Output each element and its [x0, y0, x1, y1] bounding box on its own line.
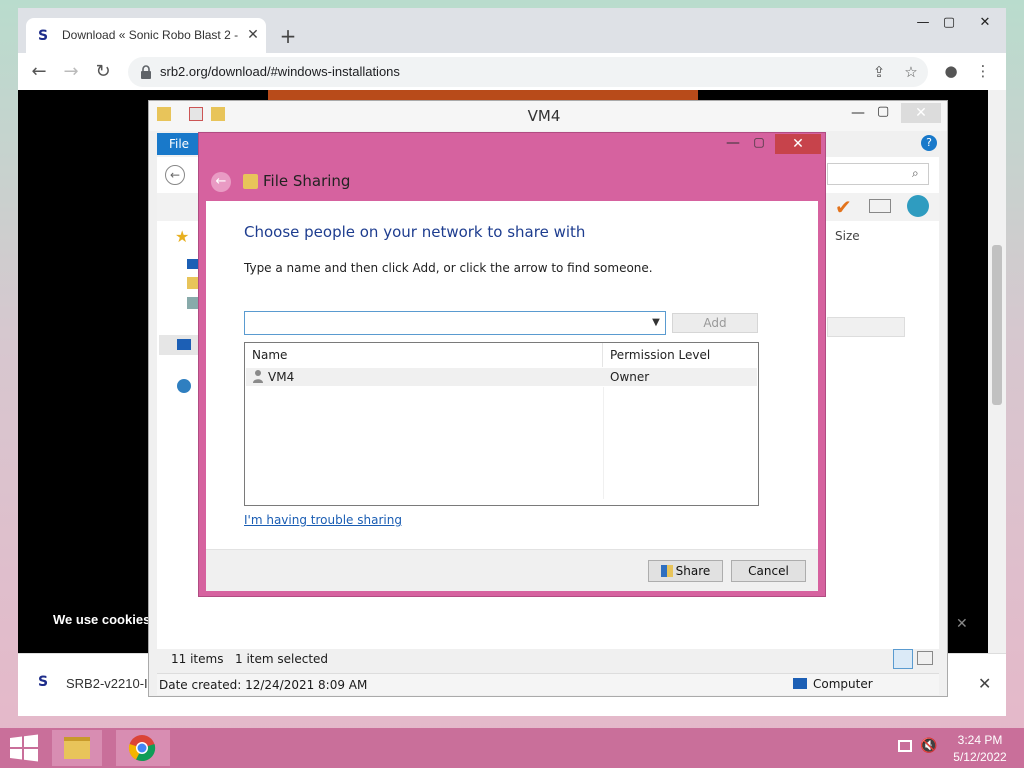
- tab-title: Download « Sonic Robo Blast 2 -: [62, 28, 239, 42]
- folder-icon: [157, 107, 171, 121]
- globe-icon[interactable]: [907, 195, 929, 217]
- page-scrollbar[interactable]: [988, 90, 1006, 653]
- explorer-title-bar: VM4 — ▢ ✕: [149, 101, 947, 131]
- chevron-down-icon[interactable]: ▼: [647, 314, 665, 332]
- explorer-title: VM4: [527, 107, 561, 125]
- share-heading: Choose people on your network to share w…: [244, 223, 586, 241]
- share-page-icon[interactable]: ⇪: [868, 61, 890, 83]
- column-size[interactable]: Size: [835, 229, 860, 243]
- network-tray-icon[interactable]: [898, 740, 912, 752]
- share-button[interactable]: Share: [648, 560, 723, 582]
- volume-muted-icon[interactable]: 🔇: [920, 738, 937, 754]
- file-sharing-dialog: — ▢ ✕ ← File Sharing Choose people on yo…: [198, 132, 826, 597]
- uac-shield-icon: [660, 565, 673, 577]
- page-banner-strip: [268, 90, 698, 100]
- bookmark-star-icon[interactable]: ☆: [900, 61, 922, 83]
- sonic-favicon-icon: S: [38, 28, 49, 44]
- forward-arrow-icon[interactable]: →: [58, 59, 84, 85]
- add-button[interactable]: Add: [672, 313, 758, 333]
- dialog-close-button[interactable]: ✕: [775, 134, 821, 154]
- reload-icon[interactable]: ↻: [90, 59, 116, 85]
- trouble-sharing-link[interactable]: I'm having trouble sharing: [244, 513, 402, 527]
- explorer-back-icon[interactable]: ←: [165, 165, 185, 185]
- search-icon: ⌕: [912, 166, 919, 180]
- name-combobox[interactable]: ▼: [244, 311, 666, 335]
- row-permission[interactable]: Owner: [610, 370, 649, 384]
- taskbar: 🔇 3:24 PM 5/12/2022: [0, 728, 1024, 768]
- mail-icon[interactable]: [869, 199, 891, 213]
- explorer-details-bar: Date created: 12/24/2021 8:09 AM Compute…: [157, 673, 939, 695]
- column-divider: [603, 387, 604, 499]
- back-arrow-icon[interactable]: ←: [26, 59, 52, 85]
- share-list: Name Permission Level VM4 Owner: [244, 342, 759, 506]
- row-user-name: VM4: [268, 370, 295, 384]
- checkmark-icon[interactable]: ✔: [835, 195, 852, 219]
- details-view-icon[interactable]: [893, 649, 913, 669]
- profile-avatar-icon[interactable]: ●: [940, 60, 962, 82]
- location-text: Computer: [813, 677, 873, 691]
- browser-toolbar: ← → ↻ srb2.org/download/#windows-install…: [18, 53, 1006, 90]
- dialog-back-arrow-icon[interactable]: ←: [211, 172, 231, 192]
- dialog-footer: Share Cancel: [206, 549, 818, 591]
- download-item-name[interactable]: SRB2-v2210-In: [66, 676, 155, 691]
- share-instruction: Type a name and then click Add, or click…: [244, 261, 653, 275]
- download-bar-close-icon[interactable]: ✕: [978, 674, 991, 693]
- cancel-button[interactable]: Cancel: [731, 560, 806, 582]
- clock-date[interactable]: 5/12/2022: [944, 750, 1016, 764]
- computer-location-icon: [793, 678, 807, 689]
- dialog-maximize-icon[interactable]: ▢: [747, 135, 771, 153]
- tab-close-icon[interactable]: ✕: [244, 26, 262, 44]
- browser-tab[interactable]: S Download « Sonic Robo Blast 2 - ✕: [26, 18, 266, 54]
- sharing-people-icon: [243, 174, 258, 189]
- file-explorer-icon: [64, 737, 90, 759]
- taskbar-chrome[interactable]: [116, 730, 170, 766]
- taskbar-file-explorer[interactable]: [52, 730, 102, 766]
- dialog-title: File Sharing: [263, 172, 351, 190]
- selected-count: 1 item selected: [235, 652, 329, 666]
- properties-icon[interactable]: [189, 107, 203, 121]
- network-icon[interactable]: [177, 379, 191, 393]
- cookie-banner-text: We use cookies: [53, 612, 151, 627]
- explorer-status-bar: 11 items 1 item selected: [157, 649, 939, 671]
- column-name[interactable]: Name: [245, 343, 603, 367]
- maximize-icon[interactable]: ▢: [932, 12, 966, 34]
- lock-icon: [141, 65, 151, 79]
- explorer-maximize-icon[interactable]: ▢: [877, 104, 889, 119]
- download-file-icon: S: [38, 674, 49, 690]
- scroll-thumb[interactable]: [992, 245, 1002, 405]
- url-text: srb2.org/download/#windows-installations: [160, 64, 400, 79]
- table-row[interactable]: VM4 Owner: [246, 368, 757, 386]
- computer-icon: [177, 339, 191, 350]
- chrome-icon: [128, 735, 156, 762]
- explorer-close-icon[interactable]: ✕: [901, 103, 941, 123]
- user-icon: [253, 370, 263, 383]
- dialog-body: Choose people on your network to share w…: [206, 201, 818, 549]
- selected-file-row[interactable]: [827, 317, 905, 337]
- close-window-icon[interactable]: ✕: [968, 12, 1002, 34]
- new-tab-button[interactable]: +: [276, 24, 300, 48]
- help-icon[interactable]: ?: [921, 135, 937, 151]
- new-folder-icon[interactable]: [211, 107, 225, 121]
- item-count: 11 items: [171, 652, 224, 666]
- kebab-menu-icon[interactable]: ⋮: [972, 60, 994, 82]
- explorer-minimize-icon[interactable]: —: [851, 105, 865, 121]
- clock-time[interactable]: 3:24 PM: [944, 733, 1016, 747]
- share-button-label: Share: [675, 564, 711, 578]
- date-created: Date created: 12/24/2021 8:09 AM: [159, 678, 368, 692]
- windows-start-icon[interactable]: [8, 734, 40, 762]
- column-permission-level[interactable]: Permission Level: [603, 343, 758, 367]
- explorer-search-box[interactable]: ⌕: [827, 163, 929, 185]
- dialog-minimize-icon[interactable]: —: [721, 135, 745, 153]
- cookie-close-icon[interactable]: ✕: [956, 616, 968, 632]
- address-bar[interactable]: srb2.org/download/#windows-installations…: [128, 57, 928, 87]
- ribbon-file-tab[interactable]: File: [157, 133, 201, 155]
- quick-access-star-icon[interactable]: ★: [175, 227, 189, 246]
- large-icons-view-icon[interactable]: [917, 651, 933, 665]
- tab-strip: S Download « Sonic Robo Blast 2 - ✕ + — …: [18, 8, 1006, 54]
